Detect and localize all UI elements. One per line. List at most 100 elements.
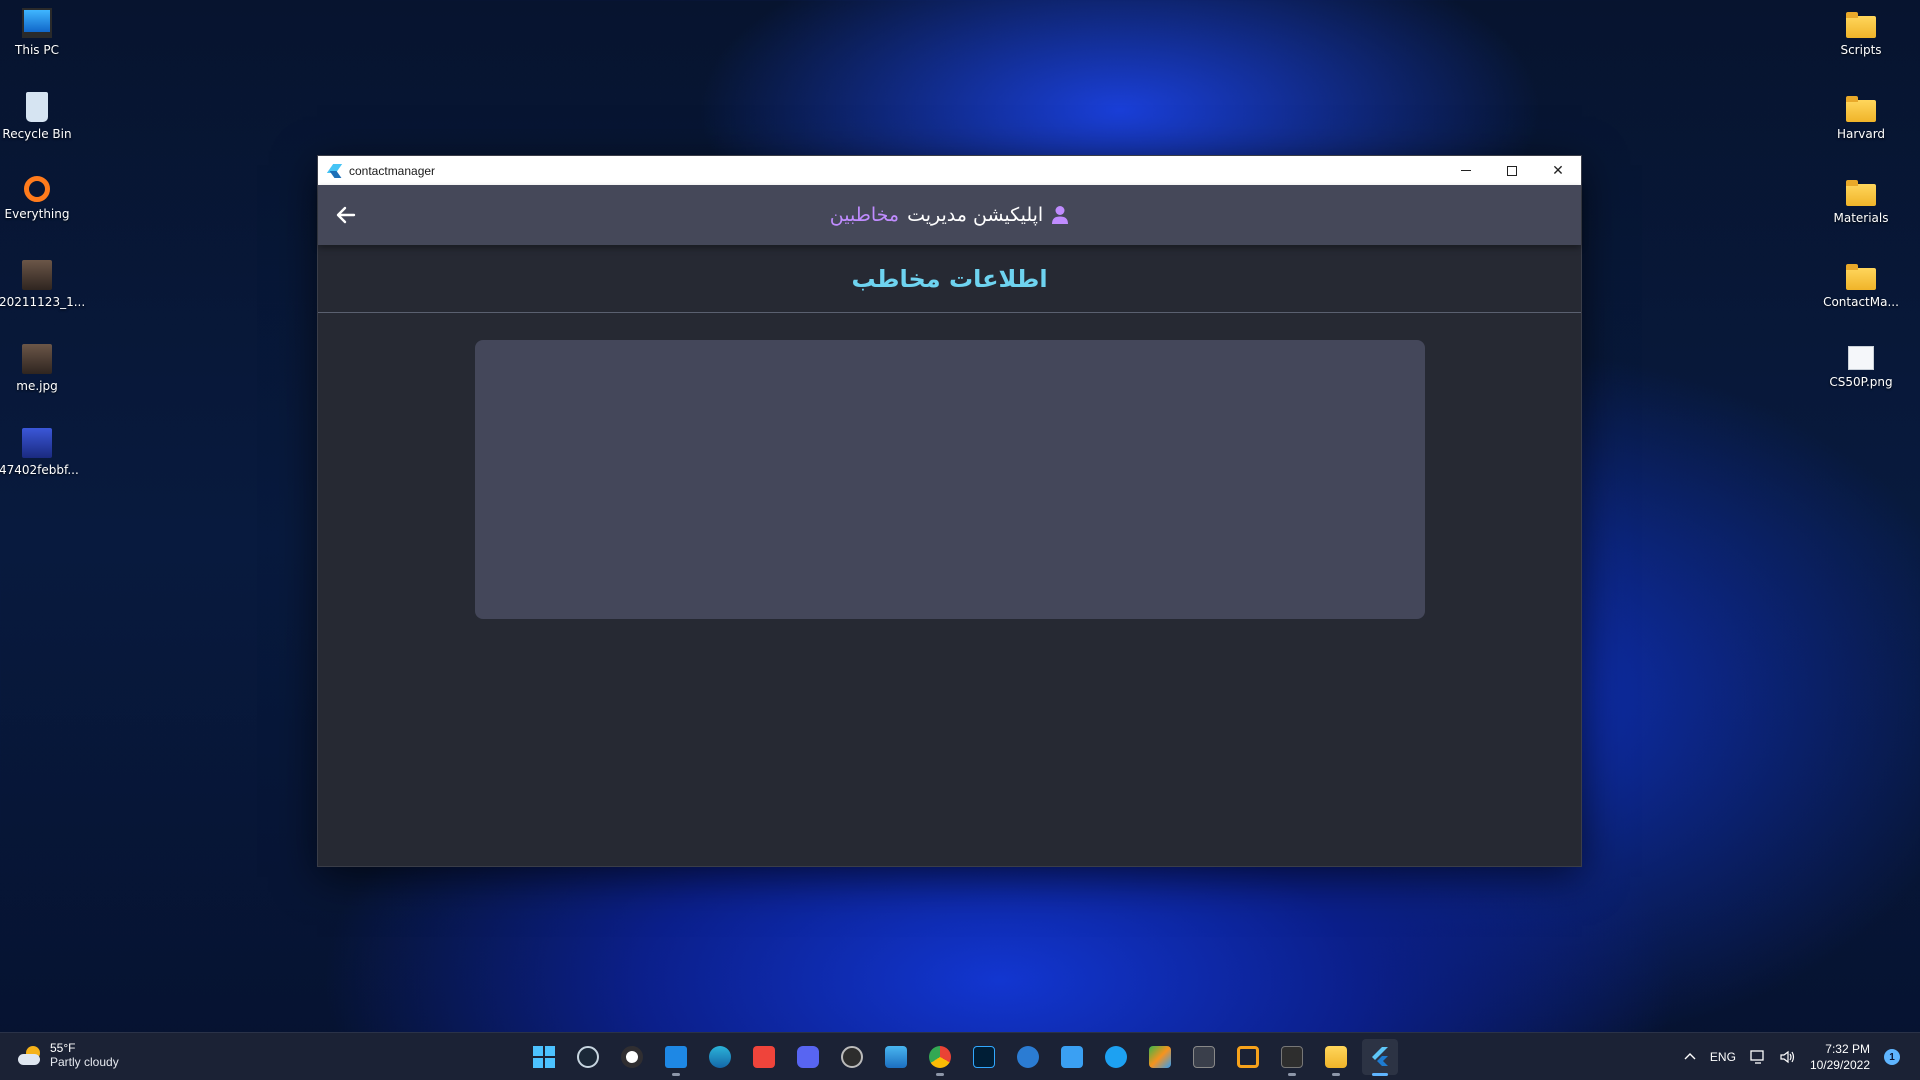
language-indicator[interactable]: ENG xyxy=(1710,1050,1736,1064)
folder-icon xyxy=(1846,96,1876,122)
taskbar-app-steam[interactable] xyxy=(570,1039,606,1075)
terminal-icon xyxy=(1281,1046,1303,1068)
contact-details-card xyxy=(475,340,1425,619)
close-icon: ✕ xyxy=(1552,162,1564,178)
desktop-icon-label: This PC xyxy=(15,43,59,57)
taskbar-app-bird[interactable] xyxy=(1098,1039,1134,1075)
taskbar-app-anydesk[interactable] xyxy=(746,1039,782,1075)
desktop-icon-label: me.jpg xyxy=(16,379,58,393)
virtualbox-icon xyxy=(1237,1046,1259,1068)
desktop-icon-contactmanager[interactable]: ContactMa... xyxy=(1823,262,1899,309)
back-button[interactable] xyxy=(328,197,364,233)
desktop-icon-label: Harvard xyxy=(1836,127,1886,141)
desktop-icon-me-jpg[interactable]: me.jpg xyxy=(0,344,75,393)
desktop-icon-materials[interactable]: Materials xyxy=(1823,178,1899,225)
taskbar-app-chrome[interactable] xyxy=(922,1039,958,1076)
taskbar-app-file-explorer[interactable] xyxy=(1318,1039,1354,1076)
person-icon xyxy=(1052,206,1069,224)
discord-icon xyxy=(797,1046,819,1068)
windows-start-icon xyxy=(533,1046,555,1068)
window-titlebar[interactable]: contactmanager ✕ xyxy=(318,156,1581,185)
desktop-icon-scripts[interactable]: Scripts xyxy=(1823,10,1899,57)
window-controls: ✕ xyxy=(1443,156,1581,185)
desktop-icon-label: Materials xyxy=(1833,211,1889,225)
desktop-icon-label: Recycle Bin xyxy=(2,127,72,141)
weather-widget[interactable]: 55°F Partly cloudy xyxy=(18,1041,119,1070)
desktop-icon-47402febbf[interactable]: 47402febbf... xyxy=(0,428,79,477)
notification-badge[interactable]: 1 xyxy=(1884,1049,1900,1065)
running-indicator xyxy=(1372,1073,1388,1076)
folder-icon xyxy=(1846,180,1876,206)
taskbar-app-word[interactable] xyxy=(1010,1039,1046,1075)
back-arrow-icon xyxy=(336,206,356,224)
chrome-icon xyxy=(929,1046,951,1068)
minimize-button[interactable] xyxy=(1443,156,1489,185)
running-indicator xyxy=(936,1073,944,1076)
taskbar: 55°F Partly cloudy ENG 7:32 PM 10/29/202… xyxy=(0,1032,1920,1080)
taskbar-app-discord[interactable] xyxy=(790,1039,826,1075)
taskbar-app-terminal[interactable] xyxy=(1274,1039,1310,1076)
png-file-icon xyxy=(1848,346,1874,370)
desktop-icon-label: Everything xyxy=(4,207,70,221)
maximize-icon xyxy=(1507,165,1517,176)
bird-icon xyxy=(1105,1046,1127,1068)
taskbar-app-edge-dev[interactable] xyxy=(702,1039,738,1075)
anydesk-icon xyxy=(753,1046,775,1068)
taskbar-apps xyxy=(526,1039,1398,1076)
everything-search-icon xyxy=(24,176,50,202)
network-icon[interactable] xyxy=(1750,1050,1766,1064)
desktop-icon-label: CS50P.png xyxy=(1829,375,1893,389)
monitor-icon xyxy=(22,8,52,38)
edge-dev-icon xyxy=(709,1046,731,1068)
desktop-icon-label: ContactMa... xyxy=(1823,295,1899,309)
app-bar: اپلیکیشن مدیریت مخاطبین xyxy=(318,185,1581,245)
clock-date: 10/29/2022 xyxy=(1809,1058,1870,1072)
app-title: اپلیکیشن مدیریت مخاطبین xyxy=(830,204,1069,226)
photo-icon xyxy=(22,260,52,290)
desktop-icon-cs50p-png[interactable]: CS50P.png xyxy=(1823,346,1899,389)
clock-time: 7:32 PM xyxy=(1825,1042,1870,1056)
obs-icon xyxy=(621,1046,643,1068)
start-button[interactable] xyxy=(526,1039,562,1075)
clock[interactable]: 7:32 PM 10/29/2022 xyxy=(1810,1041,1870,1073)
app-title-main: اپلیکیشن مدیریت xyxy=(907,204,1044,226)
taskbar-app-contactmanager[interactable] xyxy=(1362,1039,1398,1076)
taskbar-app-obs[interactable] xyxy=(614,1039,650,1075)
system-tray: ENG 7:32 PM 10/29/2022 1 xyxy=(1684,1033,1900,1080)
section-title: اطلاعات مخاطب xyxy=(851,264,1048,293)
notepad-icon xyxy=(1061,1046,1083,1068)
taskbar-app-virtualbox[interactable] xyxy=(1230,1039,1266,1075)
taskbar-app-kali[interactable] xyxy=(1186,1039,1222,1075)
taskbar-app-vscode[interactable] xyxy=(658,1039,694,1076)
photoshop-icon xyxy=(973,1046,995,1068)
aperture-icon xyxy=(841,1046,863,1068)
taskbar-app-photoshop[interactable] xyxy=(966,1039,1002,1075)
file-explorer-icon xyxy=(1325,1046,1347,1068)
desktop-icon-recycle-bin[interactable]: Recycle Bin xyxy=(0,92,75,141)
chevron-up-icon[interactable] xyxy=(1684,1051,1696,1063)
running-indicator xyxy=(1332,1073,1340,1076)
desktop-icon-harvard[interactable]: Harvard xyxy=(1823,94,1899,141)
desktop-icon-this-pc[interactable]: This PC xyxy=(0,8,75,57)
taskbar-app-notepad[interactable] xyxy=(1054,1039,1090,1075)
taskbar-app-aperture[interactable] xyxy=(834,1039,870,1075)
word-icon xyxy=(1017,1046,1039,1068)
folder-icon xyxy=(1846,264,1876,290)
flutter-app-icon xyxy=(1372,1047,1388,1066)
weather-temp: 55°F xyxy=(50,1041,76,1055)
app-window: contactmanager ✕ اپلیکیشن مدیریت مخاطبین… xyxy=(317,155,1582,867)
desktop-icon-photo-20211123[interactable]: 20211123_1... xyxy=(0,260,85,309)
section-header: اطلاعات مخاطب xyxy=(318,245,1581,313)
close-button[interactable]: ✕ xyxy=(1535,156,1581,185)
steam-icon xyxy=(577,1046,599,1068)
running-indicator xyxy=(672,1073,680,1076)
desktop-icon-label: Scripts xyxy=(1840,43,1882,57)
taskbar-app-remote-desktop[interactable] xyxy=(878,1039,914,1075)
v-icon xyxy=(1149,1046,1171,1068)
taskbar-app-v[interactable] xyxy=(1142,1039,1178,1075)
maximize-button[interactable] xyxy=(1489,156,1535,185)
volume-icon[interactable] xyxy=(1780,1050,1796,1064)
desktop-icon-everything[interactable]: Everything xyxy=(0,176,75,221)
app-title-accent: مخاطبین xyxy=(829,204,900,226)
remote-desktop-icon xyxy=(885,1046,907,1068)
